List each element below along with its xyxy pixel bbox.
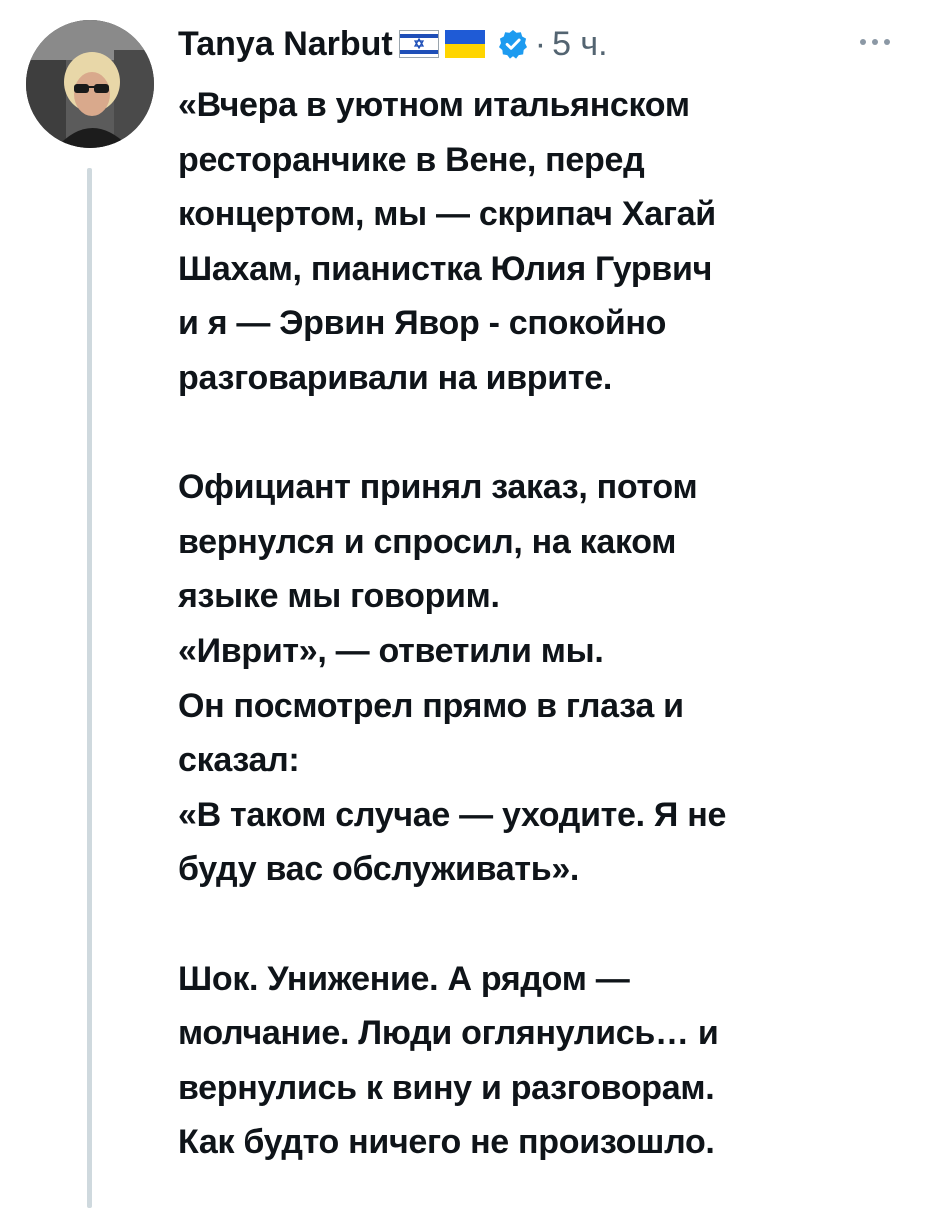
- paragraph-break: [178, 406, 898, 461]
- post-header: Tanya Narbut · 5 ч.: [178, 22, 608, 66]
- post-text-line: молчание. Люди оглянулись… и: [178, 1014, 719, 1053]
- post-text-line: Шок. Унижение. А рядом —: [178, 959, 630, 998]
- author-name[interactable]: Tanya Narbut: [178, 25, 393, 64]
- dot: [872, 39, 878, 45]
- ukraine-flag-icon: [444, 30, 485, 58]
- verified-badge-icon[interactable]: [497, 28, 529, 60]
- post-text-line: Он посмотрел прямо в глаза и: [178, 686, 684, 725]
- dot: [860, 39, 866, 45]
- post-text-line: Как будто ничего не произошло.: [178, 1123, 715, 1162]
- post-text-line: Официант принял заказ, потом: [178, 468, 698, 507]
- more-options-icon[interactable]: [847, 28, 903, 56]
- thread-connector-line: [87, 168, 92, 1208]
- avatar-image: [26, 20, 154, 148]
- post-text-line: «Иврит», — ответили мы.: [178, 631, 604, 670]
- header-separator: ·: [534, 24, 547, 63]
- paragraph-break: [178, 897, 898, 952]
- post-text: «Вчера в уютном итальянском ресторанчике…: [178, 78, 898, 1170]
- post-text-line: вернулся и спросил, на каком: [178, 522, 677, 561]
- post-text-line: ресторанчике в Вене, перед: [178, 140, 645, 179]
- post-text-line: сказал:: [178, 741, 300, 780]
- post-timestamp[interactable]: 5 ч.: [552, 25, 608, 64]
- post-text-line: разговаривали на иврите.: [178, 358, 612, 397]
- dot: [884, 39, 890, 45]
- israel-flag-icon: [398, 30, 439, 58]
- post-text-line: и я — Эрвин Явор - спокойно: [178, 304, 667, 343]
- post-text-line: Шахам, пианистка Юлия Гурвич: [178, 249, 713, 288]
- post-text-line: концертом, мы — скрипач Хагай: [178, 195, 716, 234]
- post-text-line: «В таком случае — уходите. Я не: [178, 795, 727, 834]
- post-text-line: буду вас обслуживать».: [178, 850, 580, 889]
- post-text-line: «Вчера в уютном итальянском: [178, 86, 690, 124]
- post-text-line: вернулись к вину и разговорам.: [178, 1068, 715, 1107]
- author-avatar[interactable]: [26, 20, 154, 148]
- post-text-line: языке мы говорим.: [178, 577, 500, 616]
